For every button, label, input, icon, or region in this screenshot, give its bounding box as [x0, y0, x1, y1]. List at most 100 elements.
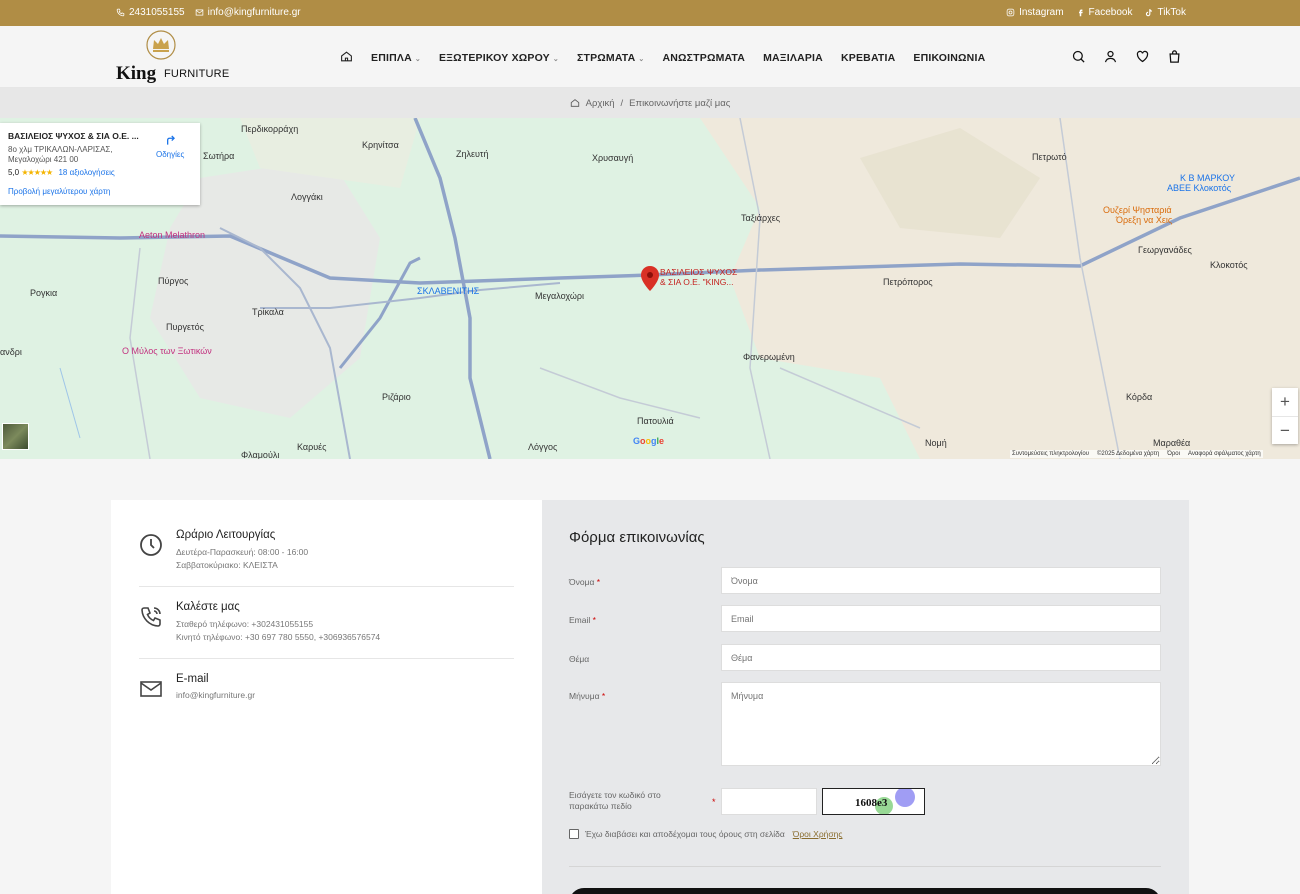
hours-title: Ωράριο Λειτουργίας [176, 529, 276, 541]
map-place: Ταξιάρχες [741, 213, 781, 223]
nav-item-krevatia[interactable]: ΚΡΕΒΑΤΙΑ [841, 52, 895, 64]
map-poi[interactable]: Όρεξη να Χεις [1116, 215, 1172, 225]
divider [139, 658, 514, 659]
zoom-in-button[interactable]: + [1272, 388, 1298, 416]
map-place: Πύργος [158, 276, 189, 286]
breadcrumb-separator: / [620, 97, 624, 109]
facebook-label: Facebook [1088, 7, 1133, 18]
tiktok-link[interactable]: TikTok [1144, 7, 1186, 18]
subject-label-text: Θέμα [569, 654, 590, 664]
topbar-phone-link[interactable]: 2431055155 [116, 7, 185, 18]
phone-call-icon [141, 607, 161, 627]
map-place: Περδικορράχη [241, 124, 299, 134]
name-label: Όνομα * [569, 577, 600, 587]
email-title: E-mail [176, 673, 209, 685]
breadcrumb-home[interactable]: Αρχική [586, 98, 615, 109]
landline[interactable]: Σταθερό τηλέφωνο: +302431055155 [176, 619, 313, 629]
map-footer: Συντομεύσεις πληκτρολογίου ©2025 Δεδομέν… [1010, 450, 1263, 458]
map-poi[interactable]: ΣΚΛΑΒΕΝΙΤΗΣ [417, 286, 479, 296]
breadcrumb-current: Επικοινωνήστε μαζί μας [629, 97, 731, 109]
terms-row: Έχω διαβάσει και αποδέχομαι τους όρους σ… [569, 829, 842, 839]
map-reviews-link[interactable]: 18 αξιολογήσεις [58, 168, 114, 177]
map-rating: 5,0 [8, 168, 20, 177]
zoom-out-button[interactable]: − [1272, 416, 1298, 444]
directions-button[interactable]: Οδηγίες [156, 133, 184, 159]
nav-item-label: ΑΝΩΣΤΡΩΜΑΤΑ [662, 52, 746, 64]
call-title: Καλέστε μας [176, 601, 240, 613]
terms-link[interactable]: Όροι Χρήσης [793, 829, 843, 839]
name-input[interactable] [721, 567, 1161, 594]
directions-icon [167, 135, 176, 145]
chevron-down-icon: ⌄ [552, 56, 559, 63]
map-footer-link[interactable]: Όροι [1167, 451, 1180, 457]
nav-item-epikoinonia[interactable]: ΕΠΙΚΟΙΝΩΝΙΑ [913, 52, 985, 64]
map-place: Πετρόπορος [883, 277, 933, 287]
captcha-code: 1608e3 [855, 797, 888, 809]
divider [569, 866, 1161, 867]
map-embed[interactable]: Περδικορράχη Κρηνίτσα Ζηλευτή Χρυσαυγή Π… [0, 118, 1300, 459]
google-logo: Google [633, 436, 665, 446]
map-poi[interactable]: Aeton Melathron [139, 230, 205, 240]
site-logo[interactable]: King FURNITURE [116, 30, 229, 86]
instagram-link[interactable]: Instagram [1006, 7, 1064, 18]
map-pin-label-line: ΒΑΣΙΛΕΙΟΣ ΨΥΧΟΣ [660, 267, 738, 277]
contact-info-card: Ωράριο Λειτουργίας Δευτέρα-Παρασκευή: 08… [111, 500, 542, 894]
header-icons [1071, 49, 1182, 64]
subject-input[interactable] [721, 644, 1161, 671]
mail-icon [195, 9, 203, 16]
map-poi[interactable]: Ουζερί Ψησταριά [1103, 205, 1172, 215]
map-place: Ριζάριο [382, 392, 411, 402]
view-larger-map-link[interactable]: Προβολή μεγαλύτερου χάρτη [8, 187, 110, 196]
map-poi[interactable]: Ο Μύλος των Ξωτικών [122, 346, 212, 356]
email-input[interactable] [721, 605, 1161, 632]
envelope-icon [140, 681, 162, 697]
terms-checkbox[interactable] [569, 829, 579, 839]
map-footer-link[interactable]: Αναφορά σφάλματος χάρτη [1188, 451, 1261, 457]
chevron-down-icon: ⌄ [414, 56, 421, 63]
email-label-text: Email [569, 615, 591, 625]
instagram-label: Instagram [1019, 7, 1064, 18]
map-place: Μεγαλοχώρι [535, 291, 584, 301]
nav-item-label: ΕΞΩΤΕΡΙΚΟΥ ΧΩΡΟΥ [438, 52, 550, 64]
home-icon [341, 51, 352, 62]
nav-item-anostromata[interactable]: ΑΝΩΣΤΡΩΜΑΤΑ [662, 52, 745, 64]
search-icon[interactable] [1071, 49, 1086, 64]
user-icon[interactable] [1103, 49, 1118, 64]
map-place: Μαραθέα [1153, 438, 1191, 448]
captcha-input[interactable] [721, 788, 817, 815]
heart-icon[interactable] [1135, 49, 1150, 64]
mobile[interactable]: Κινητό τηλέφωνο: +30 697 780 5550, +3069… [176, 632, 380, 642]
nav-item-maxilaria[interactable]: ΜΑΞΙΛΑΡΙΑ [763, 52, 823, 64]
cart-bag-icon[interactable] [1167, 49, 1182, 64]
facebook-link[interactable]: Facebook [1076, 7, 1133, 18]
terms-text: Έχω διαβάσει και αποδέχομαι τους όρους σ… [585, 829, 785, 839]
subject-label: Θέμα [569, 654, 589, 664]
satellite-toggle[interactable] [2, 423, 29, 450]
nav-home[interactable] [340, 50, 353, 66]
required-mark: * [601, 691, 606, 701]
map-place: Λόγγος [528, 442, 558, 452]
nav-item-epipla[interactable]: ΕΠΙΠΛΑ ⌄ [371, 52, 421, 64]
nav-item-exoterikou[interactable]: ΕΞΩΤΕΡΙΚΟΥ ΧΩΡΟΥ ⌄ [439, 52, 559, 64]
message-textarea[interactable] [721, 682, 1161, 766]
nav-item-label: ΕΠΙΚΟΙΝΩΝΙΑ [913, 52, 986, 64]
tiktok-label: TikTok [1157, 7, 1186, 18]
name-label-text: Όνομα [569, 577, 595, 587]
map-zoom-controls: + − [1272, 388, 1298, 444]
map-address-line: Μεγαλοχώρι 421 00 [8, 155, 79, 164]
map-poi[interactable]: ΑΒΕΕ Κλοκοτός [1167, 183, 1231, 193]
submit-button[interactable] [569, 888, 1161, 894]
required-mark: * [596, 577, 601, 587]
captcha-noise [895, 789, 915, 807]
email-address[interactable]: info@kingfurniture.gr [176, 690, 255, 700]
directions-label: Οδηγίες [156, 150, 185, 159]
breadcrumb: Αρχική / Επικοινωνήστε μαζί μας [0, 88, 1300, 118]
topbar-phone: 2431055155 [129, 7, 185, 18]
nav-item-stromata[interactable]: ΣΤΡΩΜΑΤΑ ⌄ [577, 52, 645, 64]
map-pin-label[interactable]: ΒΑΣΙΛΕΙΟΣ ΨΥΧΟΣ & ΣΙΑ Ο.Ε. "KING... [660, 267, 737, 287]
topbar-email-link[interactable]: info@kingfurniture.gr [195, 7, 301, 18]
map-poi[interactable]: Κ Β ΜΑΡΚΟΥ [1180, 173, 1235, 183]
map-footer-link[interactable]: Συντομεύσεις πληκτρολογίου [1012, 451, 1089, 457]
nav-item-label: ΣΤΡΩΜΑΤΑ [576, 52, 636, 64]
chevron-down-icon: ⌄ [638, 56, 645, 63]
